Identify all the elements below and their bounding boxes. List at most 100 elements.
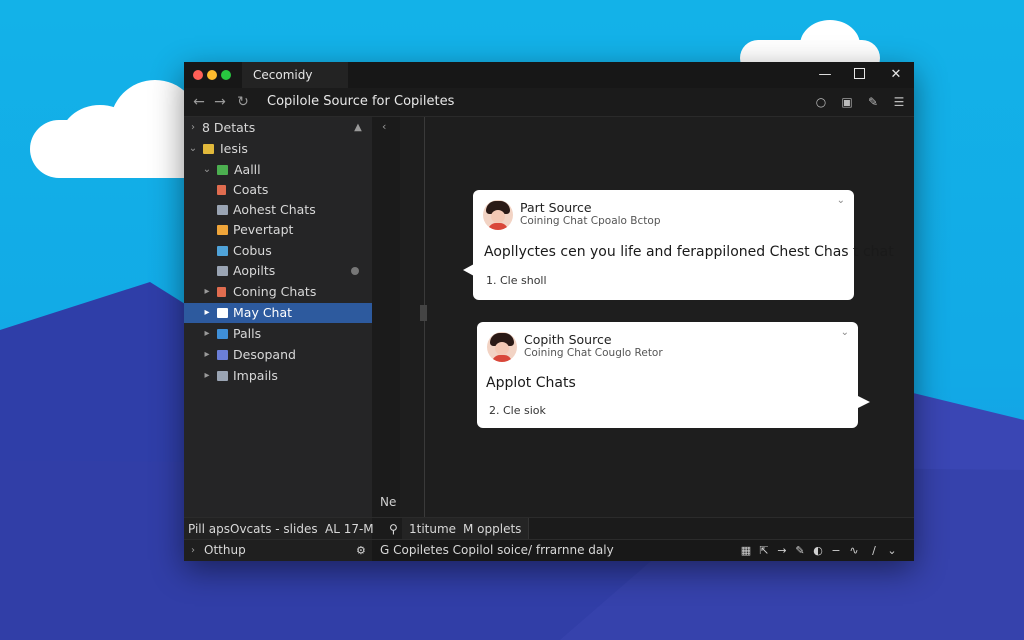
extension-icon[interactable]: ▣ [836, 88, 858, 116]
reload-icon[interactable]: ↻ [234, 88, 252, 116]
minimize-dot-icon[interactable] [207, 70, 217, 80]
arrow-icon[interactable]: → [774, 540, 790, 561]
plus-icon [217, 329, 228, 339]
avatar [487, 332, 517, 362]
title-bar: Cecomidy — ✕ [184, 62, 914, 88]
tree-item-label: Iesis [220, 141, 248, 156]
chevron-right-icon: ▸ [204, 286, 210, 297]
chevron-right-icon: ▸ [204, 307, 210, 318]
minus-icon[interactable]: − [828, 540, 844, 561]
chevron-down-icon: ⌄ [188, 143, 198, 154]
bubble-tail [858, 396, 870, 408]
back-arrow-icon[interactable]: ← [190, 88, 208, 116]
edit-icon[interactable]: ✎ [862, 88, 884, 116]
tree-item[interactable]: ▸ Palls [184, 324, 372, 344]
explorer-header[interactable]: › 8 Detats ▲ [184, 118, 372, 138]
minimize-button[interactable]: — [810, 62, 840, 88]
tree-item[interactable]: ▸ Coning Chats [184, 282, 372, 302]
zoom-dot-icon[interactable] [221, 70, 231, 80]
tree-item[interactable]: Cobus [184, 241, 372, 261]
card-subtitle: Coining Chat Couglo Retor [524, 347, 663, 359]
tree-item-label: Aopilts [233, 263, 276, 278]
forward-arrow-icon[interactable]: → [211, 88, 229, 116]
chevron-right-icon[interactable]: › [187, 540, 199, 561]
tree-item[interactable]: Pevertapt [184, 220, 372, 240]
panel-tab[interactable]: M opplets [456, 518, 530, 540]
tree-item[interactable]: Coats [184, 180, 372, 200]
folder-icon [217, 246, 228, 256]
tree-item-selected[interactable]: ▸ May Chat [184, 303, 372, 323]
app-window: Cecomidy — ✕ ← → ↻ Copilole Source for C… [184, 62, 914, 561]
avatar-shirt [492, 355, 512, 362]
tree-item-label: May Chat [233, 305, 293, 320]
tree-item-label: Aalll [234, 162, 261, 177]
explorer-header-label: 8 Detats [202, 120, 256, 135]
scroll-marker[interactable] [420, 305, 427, 321]
close-button[interactable]: ✕ [881, 62, 911, 88]
folder-icon [203, 144, 214, 154]
document-icon [217, 266, 228, 276]
tree-item[interactable]: Aohest Chats [184, 200, 372, 220]
nav-bar: ← → ↻ Copilole Source for Copiletes ○ ▣ … [184, 88, 914, 117]
tree-item-label: Impails [233, 368, 278, 383]
close-dot-icon[interactable] [193, 70, 203, 80]
panel-tab[interactable]: 1titume [402, 518, 465, 540]
menu-icon[interactable]: ☰ [888, 88, 910, 116]
maximize-icon [853, 68, 865, 79]
chevron-left-icon[interactable]: ‹ [382, 120, 386, 133]
tree-item-label: Desopand [233, 347, 296, 362]
avatar-face [491, 210, 505, 223]
tree-item-label: Cobus [233, 243, 272, 258]
card-footer[interactable]: 2. Cle siok [489, 404, 546, 417]
panel-info-text: Pill apsOvcats - slides [188, 522, 318, 536]
window-tab[interactable]: Cecomidy [242, 62, 348, 88]
card-footer[interactable]: 1. Cle sholl [486, 274, 547, 287]
card-author: Part Source [520, 200, 592, 215]
chevron-down-icon[interactable]: ⌄ [841, 327, 849, 338]
card-author: Copith Source [524, 332, 612, 347]
trend-icon[interactable]: ∿ [846, 540, 862, 561]
table-icon[interactable]: ▦ [738, 540, 754, 561]
tree-item-label: Palls [233, 326, 262, 341]
status-left-label: Otthup [204, 543, 246, 557]
avatar [483, 200, 513, 230]
file-explorer: › 8 Detats ▲ ⌄ Iesis ⌄ Aalll Coats Aohes… [184, 117, 372, 517]
chevron-down-icon[interactable]: ⌄ [837, 195, 845, 206]
panel-time: AL 17-M [325, 522, 374, 536]
tree-item[interactable]: Aopilts [184, 261, 372, 281]
circle-icon[interactable]: ○ [810, 88, 832, 116]
panel-left: Pill apsOvcats - slides AL 17-M [184, 518, 374, 540]
chevron-right-icon: ▸ [204, 328, 210, 339]
chevron-down-icon[interactable]: ⌄ [884, 540, 900, 561]
avatar-face [495, 342, 509, 355]
chat-card[interactable]: Copith Source Coining Chat Couglo Retor … [477, 322, 870, 428]
bubble-tail [463, 264, 474, 276]
brush-icon[interactable]: ∕ [866, 540, 882, 561]
tree-item[interactable]: ⌄ Aalll [184, 160, 372, 180]
maximize-button[interactable] [844, 62, 874, 88]
tree-item[interactable]: ▸ Desopand [184, 345, 372, 365]
circle-icon[interactable]: ◐ [810, 540, 826, 561]
puzzle-icon[interactable]: ⚙ [356, 540, 366, 561]
bookmark-icon[interactable]: ⇱ [756, 540, 772, 561]
chevron-right-icon: ▸ [204, 370, 210, 381]
tree-item-label: Coning Chats [233, 284, 317, 299]
document-icon [217, 205, 228, 215]
editor-area: ‹ Ne [372, 117, 914, 517]
status-left: › Otthup ⚙ [184, 540, 372, 561]
avatar-shirt [488, 223, 508, 230]
page-title: Copilole Source for Copiletes [267, 94, 455, 109]
tree-item-label: Coats [233, 182, 269, 197]
tree-item[interactable]: ▸ Impails [184, 366, 372, 386]
cloud [60, 105, 140, 175]
chat-icon [217, 287, 226, 297]
lightbulb-icon[interactable]: ⚲ [389, 518, 398, 540]
folder-icon [217, 308, 228, 318]
tree-item-label: Aohest Chats [233, 202, 316, 217]
tree-item[interactable]: ⌄ Iesis [184, 139, 372, 159]
pen-icon[interactable]: ✎ [792, 540, 808, 561]
tree-item-label: Pevertapt [233, 222, 294, 237]
chat-card[interactable]: Part Source Coining Chat Cpoalo Bctop ⌄ … [463, 190, 894, 300]
panel-strip: Pill apsOvcats - slides AL 17-M ⚲ 1titum… [184, 517, 914, 540]
chevron-up-icon[interactable]: ▲ [350, 118, 366, 138]
